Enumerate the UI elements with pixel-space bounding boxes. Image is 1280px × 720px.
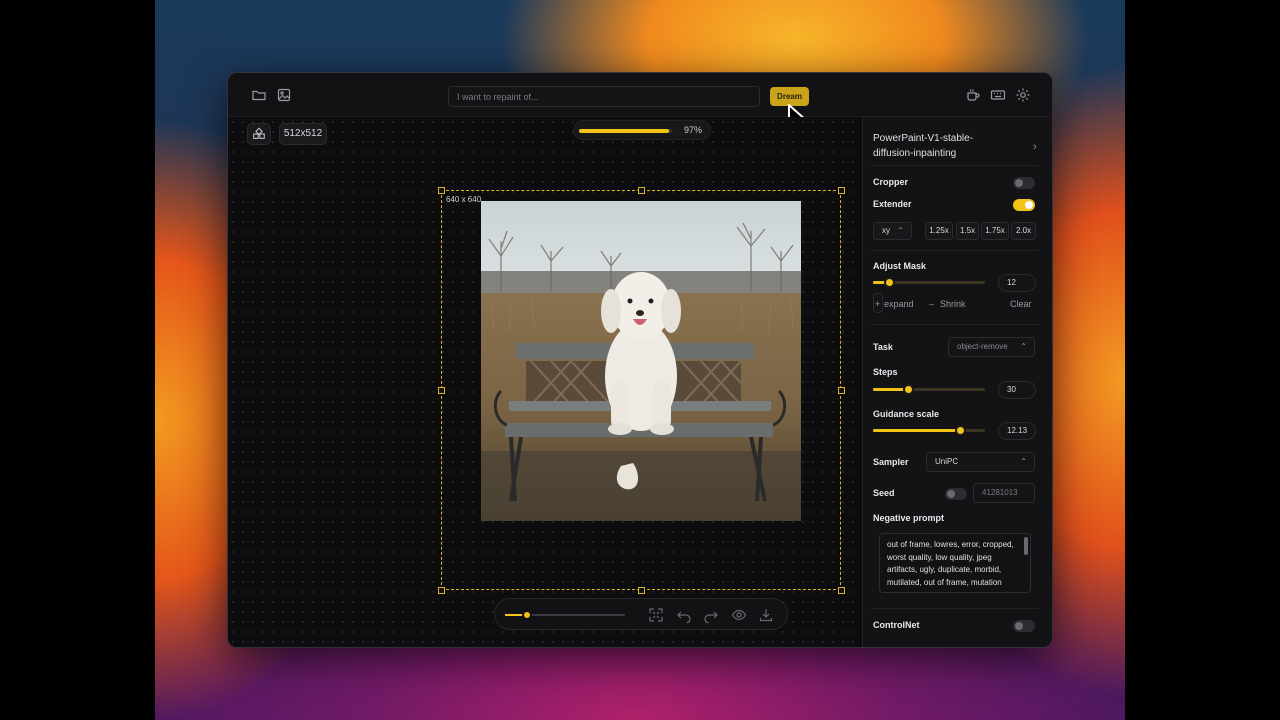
sampler-value: UniPC: [935, 457, 959, 466]
scrollbar[interactable]: [1024, 537, 1028, 555]
folder-icon[interactable]: [251, 87, 267, 103]
direction-value: xy: [882, 226, 890, 235]
resize-handle-se[interactable]: [838, 587, 845, 594]
cropper-label: Cropper: [873, 177, 909, 187]
steps-label: Steps: [873, 367, 898, 377]
task-label: Task: [873, 342, 893, 352]
prompt-input[interactable]: [448, 86, 760, 107]
progress-indicator: 97%: [573, 120, 711, 140]
progress-fill: [579, 129, 670, 133]
slider-knob[interactable]: [955, 425, 967, 436]
guidance-value[interactable]: 12.13: [998, 422, 1036, 440]
steps-slider[interactable]: [873, 384, 985, 395]
clear-button[interactable]: Clear: [1010, 299, 1032, 309]
progress-track: [579, 129, 672, 133]
updown-icon: ⌃: [897, 226, 904, 235]
guidance-label: Guidance scale: [873, 409, 940, 419]
divider: [871, 165, 1039, 166]
resize-handle-s[interactable]: [638, 587, 645, 594]
guidance-slider[interactable]: [873, 425, 985, 436]
adjust-mask-slider[interactable]: [873, 277, 985, 288]
controlnet-toggle[interactable]: [1013, 620, 1035, 632]
sampler-select[interactable]: UniPC ⌃: [926, 452, 1035, 472]
resize-handle-e[interactable]: [838, 387, 845, 394]
task-select[interactable]: object-remove ⌃: [948, 337, 1035, 357]
updown-icon: ⌃: [1020, 342, 1027, 351]
slider-fill: [873, 429, 961, 432]
zoom-knob[interactable]: [521, 610, 532, 620]
fit-screen-icon[interactable]: [648, 607, 664, 623]
eye-icon[interactable]: [731, 607, 747, 623]
seed-label: Seed: [873, 488, 895, 498]
desktop: Dream 512x512 97: [0, 0, 1280, 720]
adjust-mask-value[interactable]: 12: [998, 274, 1036, 292]
layout-button[interactable]: [247, 123, 271, 145]
sampler-label: Sampler: [873, 457, 909, 467]
plus-icon: +: [875, 299, 881, 309]
undo-icon[interactable]: [676, 607, 692, 623]
zoom-slider[interactable]: [505, 610, 625, 620]
resize-handle-nw[interactable]: [438, 187, 445, 194]
size-button[interactable]: 512x512: [279, 123, 327, 145]
scale-chip-4[interactable]: 2.0x: [1011, 222, 1036, 240]
bottom-toolbar: [494, 598, 788, 630]
cropper-toggle[interactable]: [1013, 177, 1035, 189]
slider-knob[interactable]: [883, 277, 895, 288]
steps-value[interactable]: 30: [998, 381, 1036, 399]
app-window: Dream 512x512 97: [227, 72, 1053, 648]
divider: [871, 250, 1039, 251]
progress-text: 97%: [683, 125, 702, 135]
image-icon[interactable]: [276, 87, 292, 103]
minus-icon: –: [929, 299, 935, 309]
scale-chip-1[interactable]: 1.25x: [925, 222, 953, 240]
extend-size-label: 640 x 640: [446, 195, 482, 204]
redo-icon[interactable]: [703, 607, 719, 623]
download-icon[interactable]: [758, 607, 774, 623]
seed-toggle[interactable]: [945, 488, 967, 500]
seed-input[interactable]: 41281013: [973, 483, 1035, 503]
divider: [871, 324, 1039, 325]
canvas-image: [481, 201, 801, 521]
top-bar: Dream: [228, 73, 1052, 134]
resize-handle-sw[interactable]: [438, 587, 445, 594]
extender-toggle[interactable]: [1013, 199, 1035, 211]
resize-handle-n[interactable]: [638, 187, 645, 194]
controlnet-label: ControlNet: [873, 620, 920, 630]
chevron-right-icon[interactable]: ›: [1033, 141, 1037, 153]
shapes-icon: [253, 127, 265, 139]
canvas-area[interactable]: 512x512 97% 640 x 640: [228, 117, 862, 647]
direction-select[interactable]: xy ⌃: [873, 222, 912, 240]
keyboard-icon[interactable]: [990, 87, 1006, 103]
negative-prompt-textarea[interactable]: out of frame, lowres, error, cropped, wo…: [879, 533, 1031, 593]
extender-label: Extender: [873, 199, 912, 209]
task-value: object-remove: [957, 342, 1008, 351]
scale-chip-2[interactable]: 1.5x: [956, 222, 979, 240]
settings-sidebar: PowerPaint-V1-stable-diffusion-inpaintin…: [862, 117, 1052, 647]
adjust-mask-label: Adjust Mask: [873, 261, 927, 271]
shrink-button[interactable]: Shrink: [940, 299, 966, 309]
gear-icon[interactable]: [1015, 87, 1031, 103]
scale-chip-3[interactable]: 1.75x: [981, 222, 1009, 240]
slider-knob[interactable]: [902, 384, 914, 395]
updown-icon: ⌃: [1020, 457, 1027, 466]
coffee-icon[interactable]: [965, 87, 981, 103]
model-name[interactable]: PowerPaint-V1-stable-diffusion-inpaintin…: [873, 131, 1003, 161]
divider: [871, 608, 1039, 609]
negative-prompt-text: out of frame, lowres, error, cropped, wo…: [887, 540, 1014, 587]
expand-button[interactable]: expand: [884, 299, 914, 309]
negative-prompt-label: Negative prompt: [873, 513, 945, 523]
resize-handle-ne[interactable]: [838, 187, 845, 194]
resize-handle-w[interactable]: [438, 387, 445, 394]
